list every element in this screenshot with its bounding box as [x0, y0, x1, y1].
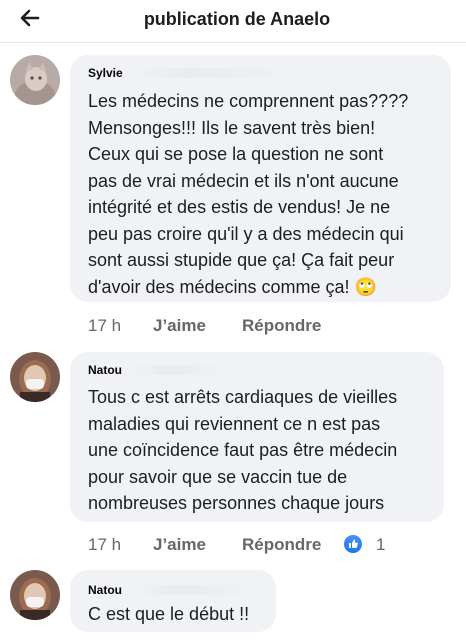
comment-line: sont aussi stupide que ça! Ça fait peur	[88, 250, 395, 270]
redacted-name	[132, 68, 272, 78]
comment-line: peu pas croire qu'il y a des médecin qui	[88, 223, 404, 244]
like-button[interactable]: J’aime	[153, 535, 206, 555]
comment-line: Ceux qui se pose la question ne sont	[88, 144, 384, 164]
comment-author[interactable]: Natou	[88, 583, 122, 597]
comment-author[interactable]: Natou	[88, 363, 122, 377]
comment-line: d'avoir des médecins comme ça! 🙄	[88, 276, 377, 297]
comment-line: C est que le début !!	[88, 604, 250, 624]
comment-author[interactable]: Sylvie	[88, 66, 123, 80]
reaction-count[interactable]: 1	[376, 535, 385, 555]
avatar[interactable]	[10, 570, 60, 620]
redacted-name	[132, 365, 217, 375]
comment-line: maladies qui reviennent ce n est pas	[88, 413, 381, 434]
reply-button[interactable]: Répondre	[242, 316, 321, 336]
avatar[interactable]	[10, 352, 60, 402]
like-button[interactable]: J’aime	[153, 316, 206, 336]
like-icon[interactable]	[344, 535, 362, 553]
comment-line: pour savoir que se vaccin tue de	[88, 466, 348, 487]
comment-time: 17 h	[88, 316, 122, 335]
comment-line: nombreuses personnes chaque jours	[88, 493, 385, 513]
comment-line: Tous c est arrêts cardiaques de vieilles	[88, 387, 398, 407]
comment-time: 17 h	[88, 535, 122, 554]
comment-text: Les médecins ne comprennent pas???? Mens…	[88, 88, 408, 300]
comment-line: une coïncidence faut pas être médecin	[88, 440, 398, 460]
page-title: publication de Anaelo	[143, 9, 331, 29]
comment-line: Les médecins ne comprennent pas????	[88, 91, 409, 111]
top-bar: publication de Anaelo	[0, 0, 466, 43]
comment-line: intégrité et des estis de vendus! Je ne	[88, 197, 391, 217]
reply-button[interactable]: Répondre	[242, 535, 321, 555]
redacted-name	[132, 585, 242, 595]
comment-text: Tous c est arrêts cardiaques de vieilles…	[88, 384, 397, 517]
comment-line: Mensonges!!! Ils le savent très bien!	[88, 117, 376, 138]
comment-text: C est que le début !!	[88, 601, 249, 628]
avatar[interactable]	[10, 55, 60, 105]
comment-line: pas de vrai médecin et ils n'ont aucune	[88, 170, 399, 191]
